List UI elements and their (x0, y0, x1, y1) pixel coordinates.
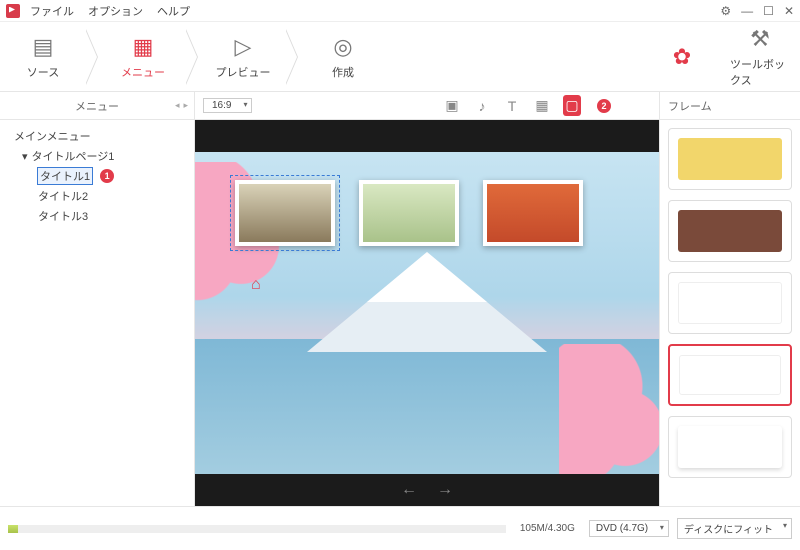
gift-icon: ✿ (673, 44, 691, 70)
fit-mode-dropdown[interactable]: ディスクにフィット (677, 518, 792, 539)
sidebar-header: メニュー ◂▸ (0, 92, 194, 120)
nav-label: メニュー (121, 64, 165, 80)
preview-icon: ▷ (235, 34, 252, 60)
disc-icon: ◎ (333, 34, 352, 60)
frame-list (660, 120, 800, 506)
disc-usage-label: 105M/4.30G (514, 523, 581, 534)
source-icon: ▤ (33, 34, 54, 60)
nav-separator (186, 29, 200, 85)
nav-separator (86, 29, 100, 85)
canvas-toolbar: 16:9 ▣ ♪ T ▦ ▢ 2 (195, 92, 659, 120)
minimize-button[interactable]: — (741, 4, 753, 18)
sidebar-prev-icon[interactable]: ◂ (175, 100, 180, 111)
settings-icon[interactable]: ⚙ (720, 4, 731, 18)
sidebar: メニュー ◂▸ メインメニュー ▾タイトルページ1 タイトル1 1 タイトル2 … (0, 92, 195, 506)
canvas-area: ⌂ ← → (195, 120, 659, 506)
disc-type-dropdown[interactable]: DVD (4.7G) (589, 520, 669, 537)
menu-file[interactable]: ファイル (30, 3, 74, 19)
app-logo (6, 4, 20, 18)
annotation-badge-1: 1 (100, 169, 114, 183)
menu-tree: メインメニュー ▾タイトルページ1 タイトル1 1 タイトル2 タイトル3 (0, 120, 194, 232)
frame-option-2[interactable] (668, 200, 792, 262)
nav-source[interactable]: ▤ ソース (0, 29, 86, 85)
maximize-button[interactable]: ☐ (763, 4, 774, 18)
text-tool-icon[interactable]: T (503, 98, 521, 114)
nav-label: ツールボックス (730, 56, 790, 88)
nav-menu[interactable]: ▦ メニュー (100, 29, 186, 85)
frame-panel-header: フレーム (660, 92, 800, 120)
thumbnail-strip (235, 180, 583, 246)
bg-mountain (307, 252, 547, 352)
title-thumb-1[interactable] (235, 180, 335, 246)
disc-usage-bar (8, 525, 506, 533)
window-controls: ⚙ — ☐ ✕ (720, 4, 794, 18)
chapter-tool-icon[interactable]: ▦ (533, 97, 551, 114)
canvas-nav: ← → (195, 474, 659, 506)
nav-separator (286, 29, 300, 85)
title-thumb-2[interactable] (359, 180, 459, 246)
title-thumb-3[interactable] (483, 180, 583, 246)
sidebar-title: メニュー (75, 98, 119, 114)
image-tool-icon[interactable]: ▣ (443, 97, 461, 114)
frame-option-4[interactable] (668, 344, 792, 406)
nav-label: 作成 (332, 64, 354, 80)
menu-canvas[interactable]: ⌂ (195, 152, 659, 474)
bg-blossom (559, 344, 659, 474)
prev-page-button[interactable]: ← (401, 481, 417, 499)
nav-label: ソース (27, 64, 59, 80)
tree-item-2[interactable]: タイトル2 (4, 186, 190, 206)
menu-options[interactable]: オプション (88, 3, 143, 19)
workspace: メニュー ◂▸ メインメニュー ▾タイトルページ1 タイトル1 1 タイトル2 … (0, 92, 800, 506)
frame-panel: フレーム (660, 92, 800, 506)
tree-root[interactable]: メインメニュー (4, 126, 190, 146)
nav-preview[interactable]: ▷ プレビュー (200, 29, 286, 85)
frame-option-1[interactable] (668, 128, 792, 190)
tree-item-1[interactable]: タイトル1 1 (4, 166, 190, 186)
center-panel: 16:9 ▣ ♪ T ▦ ▢ 2 ⌂ (195, 92, 660, 506)
nav-create[interactable]: ◎ 作成 (300, 29, 386, 85)
frame-option-5[interactable] (668, 416, 792, 478)
menu-icon: ▦ (133, 34, 154, 60)
home-icon[interactable]: ⌂ (251, 276, 261, 294)
frame-tool-icon[interactable]: ▢ (563, 95, 581, 116)
title-bar: ファイル オプション ヘルプ ⚙ — ☐ ✕ (0, 0, 800, 22)
expand-icon: ▾ (22, 150, 28, 163)
annotation-badge-2: 2 (597, 99, 611, 113)
menu-help[interactable]: ヘルプ (157, 3, 190, 19)
nav-label: プレビュー (216, 64, 271, 80)
sidebar-next-icon[interactable]: ▸ (183, 100, 188, 111)
status-bar: 105M/4.30G DVD (4.7G) ディスクにフィット (0, 506, 800, 550)
tree-page[interactable]: ▾タイトルページ1 (4, 146, 190, 166)
nav-toolbox[interactable]: ⚒ ツールボックス (730, 29, 790, 85)
nav-strip: ▤ ソース ▦ メニュー ▷ プレビュー ◎ 作成 ✿ ⚒ ツールボックス (0, 22, 800, 92)
next-page-button[interactable]: → (437, 481, 453, 499)
tree-item-3[interactable]: タイトル3 (4, 206, 190, 226)
nav-gift[interactable]: ✿ (652, 29, 712, 85)
toolbox-icon: ⚒ (750, 26, 770, 52)
music-tool-icon[interactable]: ♪ (473, 98, 491, 114)
close-button[interactable]: ✕ (784, 4, 794, 18)
disc-usage-fill (8, 525, 18, 533)
frame-option-3[interactable] (668, 272, 792, 334)
aspect-ratio-dropdown[interactable]: 16:9 (203, 98, 252, 113)
